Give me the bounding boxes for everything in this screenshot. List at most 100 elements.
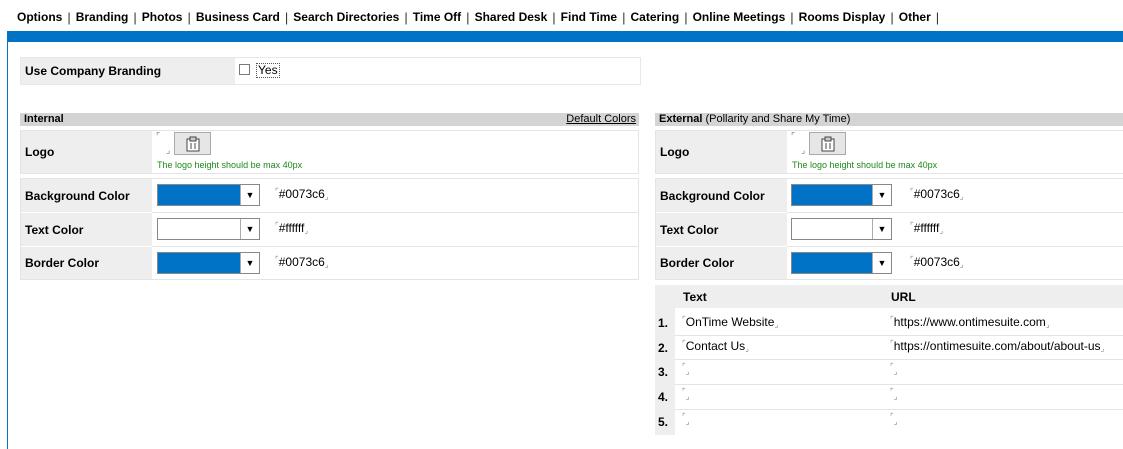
- link-text-field[interactable]: ⌜⌟: [682, 387, 690, 401]
- chevron-down-icon: ▼: [240, 219, 259, 239]
- internal-text-color-label: Text Color: [21, 213, 152, 246]
- row-divider: [152, 212, 638, 213]
- internal-section-header: Internal Default Colors: [20, 113, 639, 126]
- row-number: 5.: [658, 415, 669, 429]
- links-table: Text URL 1. ⌜OnTime Website⌟ ⌜https://ww…: [655, 285, 1123, 435]
- external-text-color-value[interactable]: ⌜#ffffff⌟: [910, 221, 943, 235]
- tab-find-time[interactable]: Find Time: [556, 10, 622, 24]
- table-row: 1. ⌜OnTime Website⌟ ⌜https://www.ontimes…: [655, 311, 1123, 335]
- tab-search-directories[interactable]: Search Directories: [288, 10, 404, 24]
- color-swatch: [158, 185, 240, 205]
- external-logo-row: Logo ⌜ ⌟ The logo height should be max 4…: [655, 130, 1123, 174]
- links-header-text: Text: [683, 290, 707, 304]
- chevron-down-icon: ▼: [240, 253, 259, 273]
- resize-marker-icon: ⌜: [791, 131, 796, 141]
- tab-shared-desk[interactable]: Shared Desk: [470, 10, 553, 24]
- chevron-down-icon: ▼: [240, 185, 259, 205]
- external-logo-label: Logo: [656, 131, 787, 173]
- row-number: 4.: [658, 390, 669, 404]
- external-text-color-label: Text Color: [656, 213, 787, 246]
- internal-bg-color-value[interactable]: ⌜#0073c6⌟: [275, 187, 329, 201]
- internal-logo-hint: The logo height should be max 40px: [157, 160, 303, 170]
- link-url-field[interactable]: ⌜⌟: [890, 362, 898, 376]
- chevron-down-icon: ▼: [872, 185, 891, 205]
- row-divider: [787, 212, 1123, 213]
- use-branding-checkbox-label[interactable]: Yes: [256, 63, 280, 78]
- settings-tabs: Options | Branding | Photos | Business Card…: [12, 4, 939, 30]
- chevron-down-icon: ▼: [872, 253, 891, 273]
- chevron-down-icon: ▼: [872, 219, 891, 239]
- external-header-subtitle: (Pollarity and Share My Time): [705, 113, 851, 125]
- color-swatch: [792, 253, 872, 273]
- tab-time-off[interactable]: Time Off: [408, 10, 466, 24]
- internal-text-color-select[interactable]: ▼: [157, 218, 260, 240]
- row-divider: [152, 246, 638, 247]
- internal-border-color-value[interactable]: ⌜#0073c6⌟: [275, 255, 329, 269]
- external-bg-color-select[interactable]: ▼: [791, 184, 892, 206]
- color-swatch: [792, 185, 872, 205]
- link-text-field[interactable]: ⌜OnTime Website⌟: [682, 315, 778, 329]
- external-colors-table: Background Color Text Color Border Color…: [655, 178, 1123, 280]
- color-swatch: [158, 253, 240, 273]
- tab-photos[interactable]: Photos: [137, 10, 188, 24]
- internal-logo-label: Logo: [21, 131, 152, 173]
- color-swatch: [792, 219, 872, 239]
- clipboard-icon: [186, 136, 199, 151]
- internal-bg-color-label: Background Color: [21, 179, 152, 212]
- tab-options[interactable]: Options: [12, 10, 67, 24]
- clipboard-icon: [821, 136, 834, 151]
- row-divider: [787, 246, 1123, 247]
- color-swatch: [158, 219, 240, 239]
- tab-business-card[interactable]: Business Card: [191, 10, 285, 24]
- external-border-color-value[interactable]: ⌜#0073c6⌟: [910, 255, 964, 269]
- table-row: 3. ⌜⌟ ⌜⌟: [655, 359, 1123, 384]
- internal-border-color-select[interactable]: ▼: [157, 252, 260, 274]
- tab-branding[interactable]: Branding: [71, 10, 134, 24]
- use-branding-checkbox[interactable]: [239, 64, 250, 75]
- table-row: 4. ⌜⌟ ⌜⌟: [655, 384, 1123, 409]
- tab-rooms-display[interactable]: Rooms Display: [794, 10, 891, 24]
- internal-text-color-value[interactable]: ⌜#ffffff⌟: [275, 221, 308, 235]
- link-url-field[interactable]: ⌜⌟: [890, 387, 898, 401]
- tab-other[interactable]: Other: [894, 10, 936, 24]
- external-border-color-label: Border Color: [656, 247, 787, 279]
- link-text-field[interactable]: ⌜Contact Us⌟: [682, 339, 749, 353]
- resize-marker-icon: ⌟: [801, 145, 806, 155]
- link-url-field[interactable]: ⌜https://ontimesuite.com/about/about-us⌟: [890, 339, 1104, 353]
- use-company-branding-row: Use Company Branding Yes: [20, 57, 641, 85]
- tab-catering[interactable]: Catering: [626, 10, 685, 24]
- table-row: 2. ⌜Contact Us⌟ ⌜https://ontimesuite.com…: [655, 335, 1123, 359]
- internal-bg-color-select[interactable]: ▼: [157, 184, 260, 206]
- internal-logo-row: Logo ⌜ ⌟ The logo height should be max 4…: [20, 130, 639, 174]
- external-text-color-select[interactable]: ▼: [791, 218, 892, 240]
- table-row: 5. ⌜⌟ ⌜⌟: [655, 409, 1123, 434]
- external-header-title: External: [659, 113, 703, 125]
- tab-separator: |: [935, 9, 940, 25]
- internal-logo-upload-button[interactable]: [174, 132, 211, 155]
- tab-online-meetings[interactable]: Online Meetings: [688, 10, 791, 24]
- links-header-url: URL: [891, 290, 916, 304]
- resize-marker-icon: ⌜: [156, 131, 161, 141]
- link-url-field[interactable]: ⌜⌟: [890, 412, 898, 426]
- resize-marker-icon: ⌟: [166, 145, 171, 155]
- internal-header-title: Internal: [24, 113, 64, 125]
- header-accent-bar: [7, 31, 1123, 42]
- row-number: 1.: [658, 316, 669, 330]
- internal-border-color-label: Border Color: [21, 247, 152, 279]
- link-text-field[interactable]: ⌜⌟: [682, 412, 690, 426]
- external-logo-upload-button[interactable]: [809, 132, 846, 155]
- link-url-field[interactable]: ⌜https://www.ontimesuite.com⌟: [890, 315, 1050, 329]
- default-colors-link[interactable]: Default Colors: [566, 113, 636, 126]
- external-logo-hint: The logo height should be max 40px: [792, 160, 938, 170]
- external-border-color-select[interactable]: ▼: [791, 252, 892, 274]
- internal-colors-table: Background Color Text Color Border Color…: [20, 178, 639, 280]
- links-table-header: Text URL: [655, 285, 1123, 308]
- external-bg-color-value[interactable]: ⌜#0073c6⌟: [910, 187, 964, 201]
- content-left-border: [7, 42, 8, 449]
- row-number: 2.: [658, 341, 669, 355]
- link-text-field[interactable]: ⌜⌟: [682, 362, 690, 376]
- use-company-branding-label: Use Company Branding: [21, 58, 235, 84]
- row-number: 3.: [658, 365, 669, 379]
- external-section-header: External (Pollarity and Share My Time): [655, 113, 1123, 126]
- external-bg-color-label: Background Color: [656, 179, 787, 212]
